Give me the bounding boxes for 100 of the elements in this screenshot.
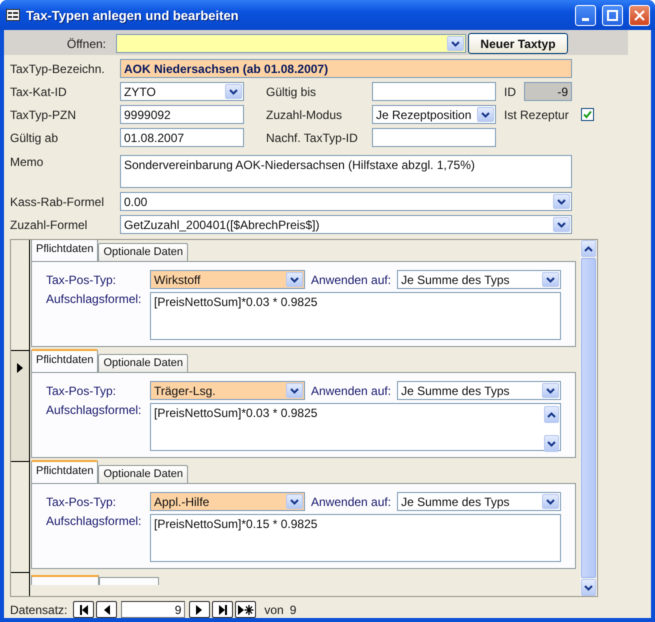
field-label: Gültig ab bbox=[10, 130, 60, 144]
input-field[interactable]: 01.08.2007 bbox=[120, 128, 244, 147]
chevron-down-icon bbox=[290, 498, 299, 504]
field-label: Tax-Pos-Typ: bbox=[46, 384, 118, 398]
dropdown-button[interactable] bbox=[477, 107, 494, 122]
first-record-button[interactable] bbox=[73, 601, 94, 618]
field-label: Aufschlagsformel: bbox=[46, 292, 142, 306]
tab[interactable] bbox=[99, 577, 159, 585]
dropdown-button[interactable] bbox=[286, 272, 303, 287]
tab[interactable]: Optionale Daten bbox=[98, 465, 188, 483]
tab[interactable]: Pflichtdaten bbox=[31, 240, 98, 261]
scroll-up-button[interactable] bbox=[581, 240, 596, 257]
window-title: Tax-Typen anlegen und bearbeiten bbox=[26, 8, 240, 22]
field-label: Tax-Pos-Typ: bbox=[46, 272, 118, 286]
previous-icon bbox=[103, 604, 110, 614]
tab[interactable]: Pflichtdaten bbox=[31, 460, 98, 483]
chevron-up-icon bbox=[584, 246, 593, 252]
new-taxtype-button[interactable]: Neuer Taxtyp bbox=[468, 33, 568, 54]
last-record-button[interactable] bbox=[212, 601, 234, 618]
current-record-icon bbox=[17, 363, 23, 373]
field-label: Aufschlagsformel: bbox=[46, 403, 142, 417]
dropdown-button[interactable] bbox=[447, 36, 464, 51]
formula-field[interactable]: [PreisNettoSum]*0.15 * 0.9825 bbox=[150, 514, 561, 562]
chevron-down-icon bbox=[546, 276, 556, 282]
close-icon bbox=[634, 10, 645, 20]
dropdown-button[interactable] bbox=[542, 272, 560, 287]
field-label: Zuzahl-Modus bbox=[266, 108, 344, 122]
chevron-down-icon bbox=[547, 440, 556, 446]
field-label: Anwenden auf: bbox=[311, 384, 392, 398]
combo-box[interactable]: Wirkstoff bbox=[150, 270, 305, 289]
scroll-up-button[interactable] bbox=[544, 406, 559, 423]
dropdown-button[interactable] bbox=[553, 217, 570, 232]
dropdown-button[interactable] bbox=[553, 194, 570, 209]
new-record-icon bbox=[238, 604, 254, 614]
scroll-down-button[interactable] bbox=[581, 579, 596, 596]
id-field: -9 bbox=[524, 82, 572, 101]
navigator-label: von bbox=[264, 602, 284, 616]
checkbox[interactable] bbox=[580, 108, 594, 121]
chevron-down-icon bbox=[290, 388, 299, 394]
tab[interactable]: Optionale Daten bbox=[98, 243, 188, 261]
input-field[interactable]: 9999092 bbox=[120, 105, 244, 124]
close-button[interactable] bbox=[629, 4, 650, 26]
scroll-thumb[interactable] bbox=[581, 258, 596, 578]
scrollbar[interactable] bbox=[580, 240, 597, 596]
field-label: Tax-Pos-Typ: bbox=[46, 494, 118, 508]
combo-box[interactable]: Je Summe des Typs bbox=[397, 381, 562, 400]
dropdown-button[interactable] bbox=[286, 494, 303, 509]
field-label: Anwenden auf: bbox=[311, 494, 392, 508]
chevron-down-icon bbox=[546, 498, 556, 504]
field-label: Anwenden auf: bbox=[311, 272, 392, 286]
combo-box[interactable]: GetZuzahl_200401([$AbrechPreis$]) bbox=[120, 215, 572, 234]
tab[interactable]: Pflichtdaten bbox=[31, 349, 98, 372]
combo-box[interactable]: Je Rezeptposition bbox=[372, 105, 496, 124]
chevron-down-icon bbox=[290, 276, 299, 282]
field-label: Gültig bis bbox=[266, 84, 318, 98]
combo-box[interactable]: Je Summe des Typs bbox=[397, 492, 562, 511]
navigator-label: Datensatz: bbox=[10, 602, 68, 616]
combo-box[interactable]: Je Summe des Typs bbox=[397, 270, 562, 289]
field-label: Aufschlagsformel: bbox=[46, 514, 142, 528]
chevron-up-icon bbox=[547, 412, 556, 418]
dropdown-button[interactable] bbox=[225, 84, 242, 99]
dropdown-button[interactable] bbox=[542, 494, 560, 509]
field-label: Memo bbox=[10, 155, 44, 169]
input-field[interactable] bbox=[372, 128, 496, 147]
minimize-button[interactable] bbox=[575, 4, 596, 26]
chevron-down-icon bbox=[229, 88, 238, 94]
record-number-field[interactable]: 9 bbox=[121, 601, 186, 618]
next-record-button[interactable] bbox=[189, 601, 210, 618]
chevron-down-icon bbox=[584, 584, 593, 590]
formula-field[interactable]: [PreisNettoSum]*0.03 * 0.9825 bbox=[150, 403, 561, 451]
tab[interactable] bbox=[31, 575, 99, 585]
field-label: Nachf. TaxTyp-ID bbox=[266, 130, 359, 144]
combo-box[interactable]: ZYTO bbox=[120, 82, 244, 101]
chevron-down-icon bbox=[557, 222, 566, 228]
previous-record-button[interactable] bbox=[96, 601, 118, 618]
combo-box[interactable]: Träger-Lsg. bbox=[150, 381, 305, 400]
tab[interactable]: Optionale Daten bbox=[98, 354, 188, 372]
field-label: TaxTyp-PZN bbox=[10, 108, 78, 122]
new-record-button[interactable] bbox=[235, 601, 256, 618]
scroll-down-button[interactable] bbox=[544, 435, 559, 452]
minimize-icon bbox=[582, 18, 589, 20]
record-count: 9 bbox=[290, 602, 296, 616]
maximize-icon bbox=[607, 10, 618, 20]
field-label: Ist Rezeptur bbox=[504, 108, 569, 122]
combo-box[interactable]: 0.00 bbox=[120, 192, 572, 211]
dropdown-button[interactable] bbox=[286, 383, 303, 398]
chevron-down-icon bbox=[481, 112, 490, 118]
formula-field[interactable]: [PreisNettoSum]*0.03 * 0.9825 bbox=[150, 292, 561, 340]
next-icon bbox=[196, 604, 204, 614]
maximize-button[interactable] bbox=[602, 4, 623, 26]
dropdown-button[interactable] bbox=[542, 383, 560, 398]
combo-box[interactable]: Appl.-Hilfe bbox=[150, 492, 305, 511]
record-selector[interactable] bbox=[11, 351, 29, 462]
input-field[interactable]: AOK Niedersachsen (ab 01.08.2007) bbox=[120, 59, 572, 78]
chevron-down-icon bbox=[557, 198, 566, 204]
field-label: Kass-Rab-Formel bbox=[10, 194, 106, 208]
first-icon bbox=[78, 604, 89, 614]
input-field[interactable] bbox=[372, 82, 496, 101]
scrollbar[interactable] bbox=[543, 406, 560, 452]
memo-field[interactable]: Sondervereinbarung AOK-Niedersachsen (Hilfstaxe abzgl. 1,75%) bbox=[120, 155, 572, 188]
